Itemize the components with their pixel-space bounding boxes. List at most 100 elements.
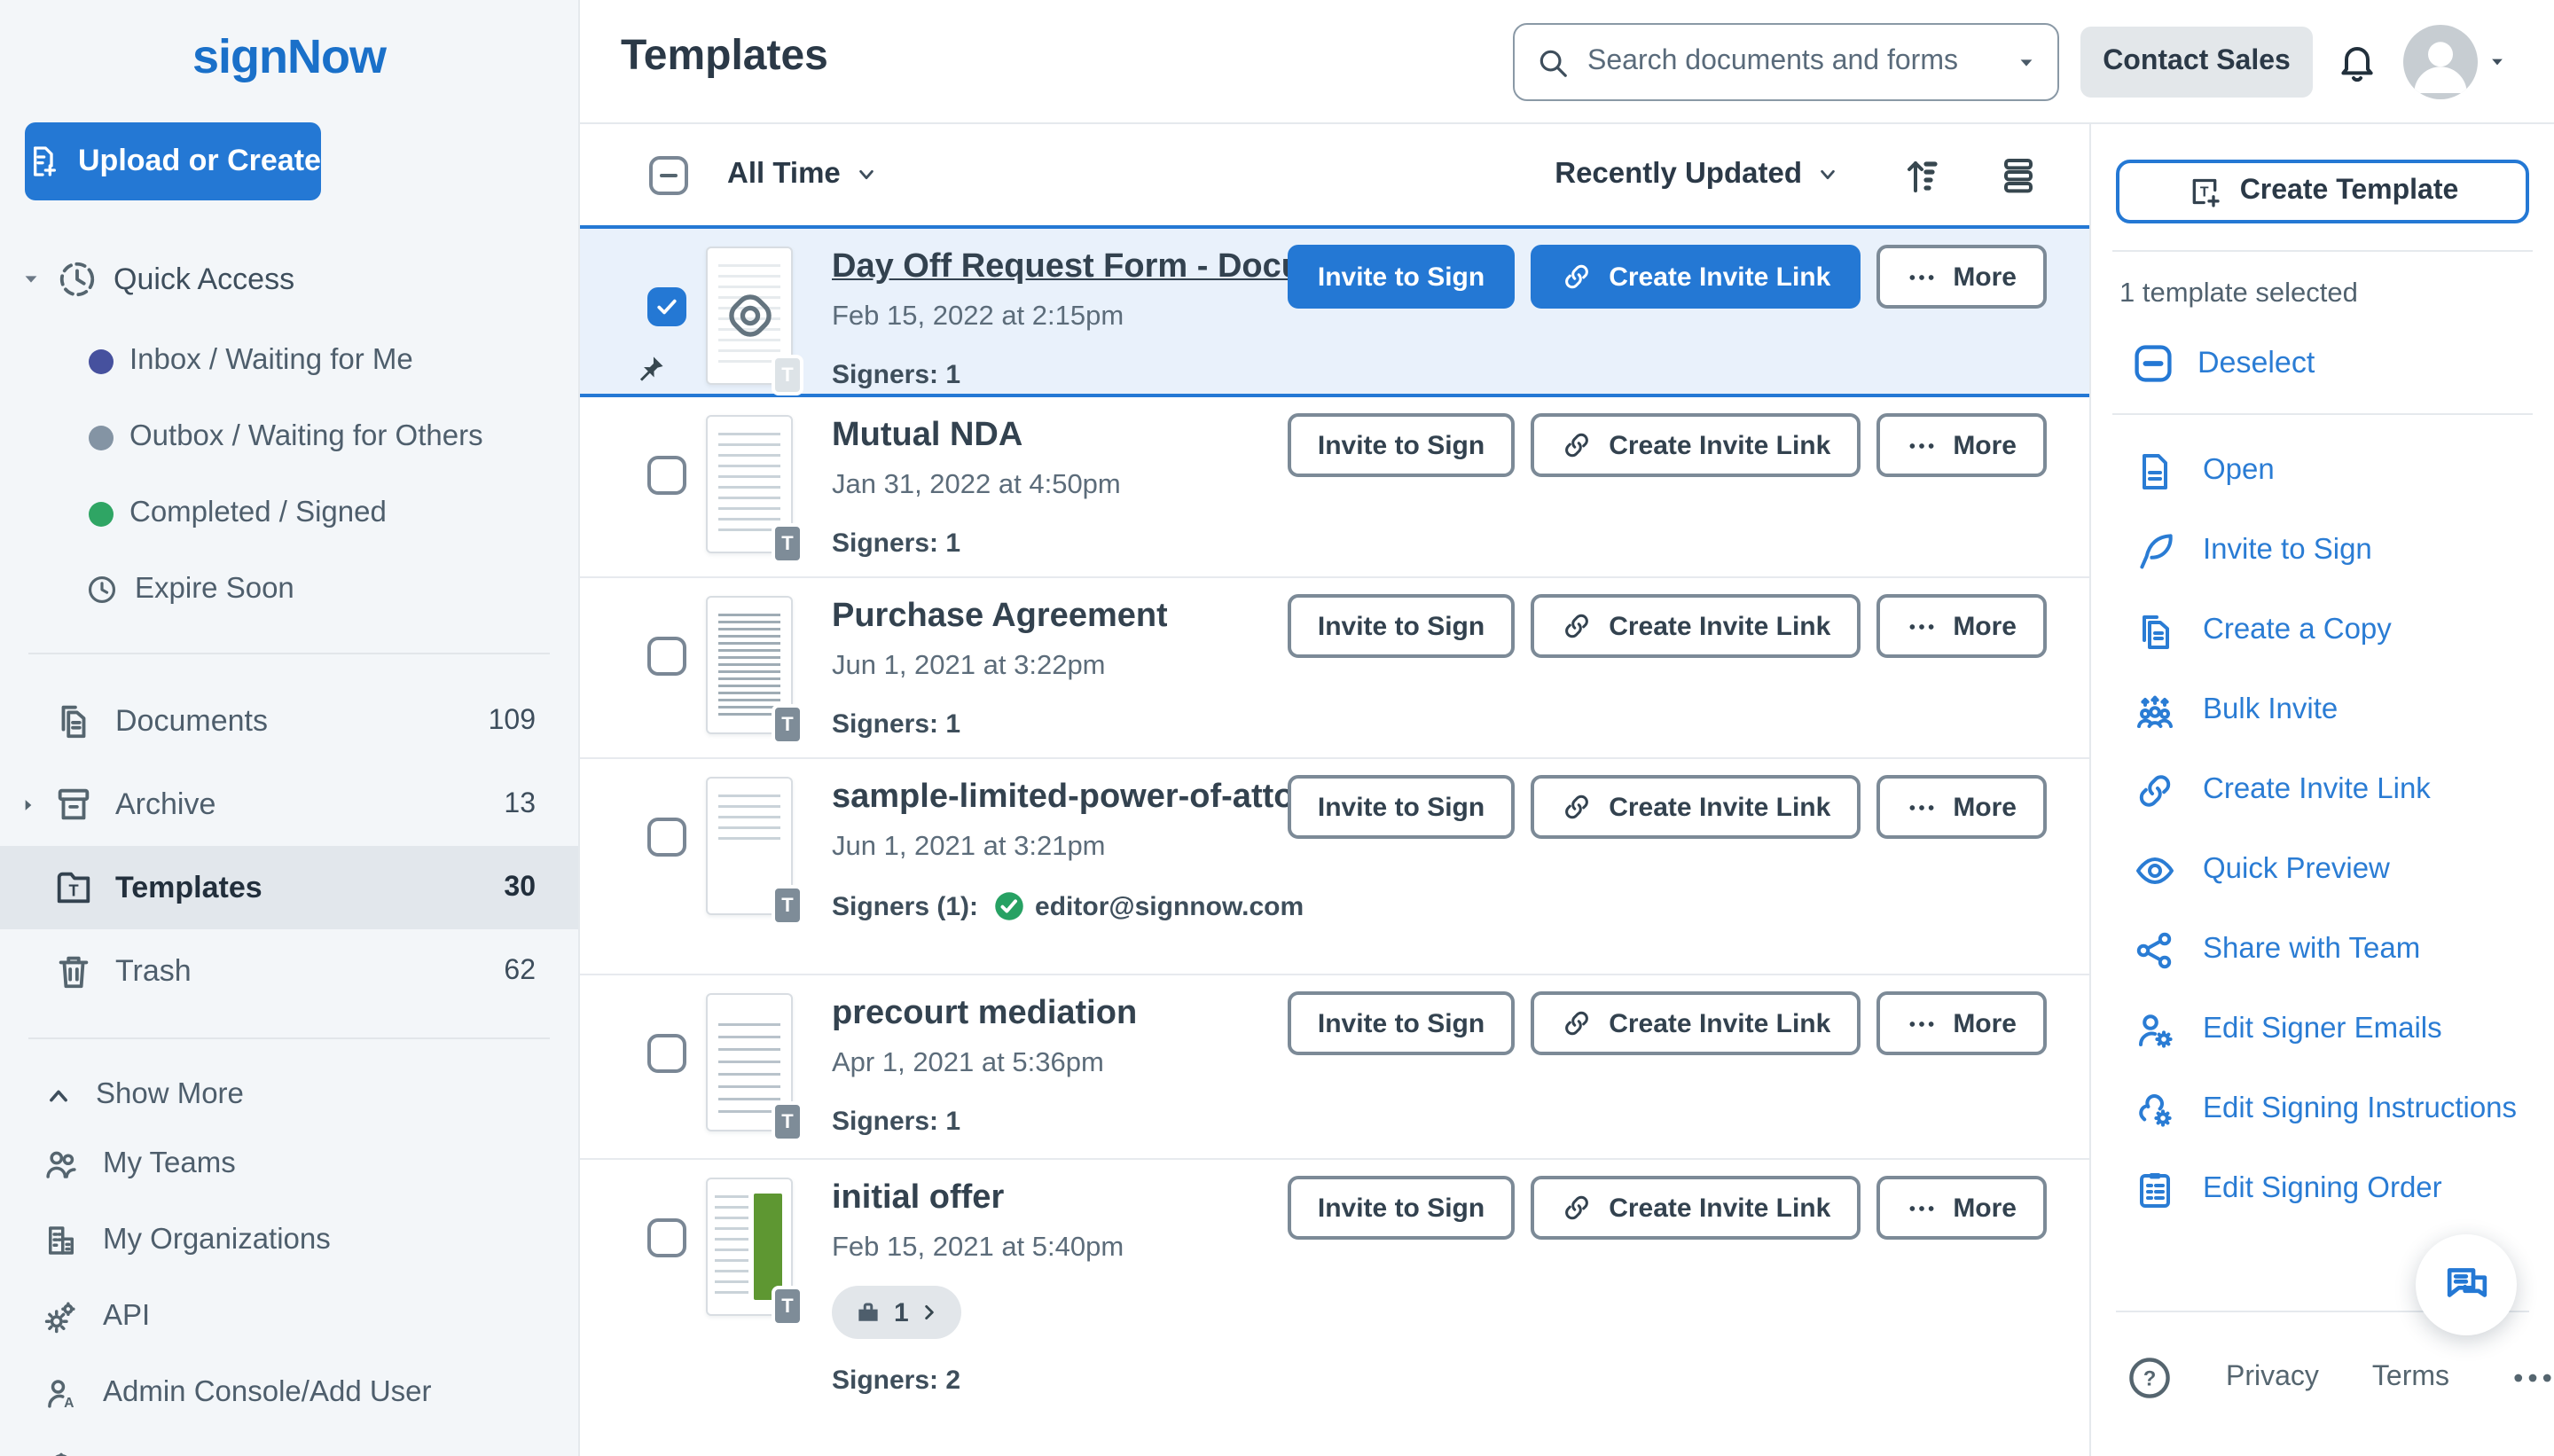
panel-action-item[interactable]: Create a Copy	[2116, 591, 2529, 670]
quick-access-item[interactable]: Inbox / Waiting for Me	[0, 323, 578, 399]
template-title-link[interactable]: Purchase Agreement	[832, 598, 1168, 637]
list-view-icon[interactable]	[1997, 153, 2040, 196]
deselect-button[interactable]: Deselect	[2130, 341, 2529, 387]
row-checkbox[interactable]	[647, 818, 686, 857]
panel-action-item[interactable]: Open	[2116, 431, 2529, 511]
more-button[interactable]: More	[1876, 413, 2047, 477]
user-avatar[interactable]	[2403, 25, 2478, 99]
row-checkbox[interactable]	[647, 637, 686, 676]
create-invite-link-button[interactable]: Create Invite Link	[1531, 991, 1861, 1055]
api-icon	[43, 1298, 80, 1335]
sidebar-more-item[interactable]: Pricing	[0, 1431, 578, 1456]
quick-access-item-label: Outbox / Waiting for Others	[129, 420, 483, 454]
more-button[interactable]: More	[1876, 1176, 2047, 1240]
panel-action-item[interactable]: Edit Signer Emails	[2116, 990, 2529, 1069]
panel-action-item[interactable]: Create Invite Link	[2116, 750, 2529, 830]
privacy-link[interactable]: Privacy	[2226, 1361, 2319, 1393]
invite-to-sign-button[interactable]: Invite to Sign	[1288, 1176, 1515, 1240]
create-invite-link-button[interactable]: Create Invite Link	[1531, 413, 1861, 477]
create-template-label: Create Template	[2240, 176, 2459, 207]
sidebar-folder-item[interactable]: T Templates 30	[0, 846, 578, 929]
row-checkbox[interactable]	[647, 1218, 686, 1257]
sort-direction-icon[interactable]	[1901, 153, 1944, 196]
caret-right-icon[interactable]	[20, 795, 37, 813]
sidebar-folder-item[interactable]: Documents 109	[0, 679, 578, 763]
folder-count: 62	[504, 955, 536, 987]
select-all-checkbox[interactable]	[649, 155, 688, 194]
sidebar-more-item[interactable]: My Teams	[0, 1126, 578, 1202]
sort-dropdown[interactable]: Recently Updated	[1555, 158, 1837, 192]
contact-sales-button[interactable]: Contact Sales	[2080, 27, 2313, 98]
quick-preview-icon	[2134, 849, 2176, 891]
more-button[interactable]: More	[1876, 775, 2047, 839]
panel-action-item[interactable]: Edit Signing Instructions	[2116, 1069, 2529, 1149]
search-scope-caret-icon[interactable]	[2017, 52, 2036, 72]
invite-to-sign-button[interactable]: Invite to Sign	[1288, 413, 1515, 477]
template-title-link[interactable]: initial offer	[832, 1179, 1004, 1218]
invite-to-sign-button[interactable]: Invite to Sign	[1288, 594, 1515, 658]
row-checkbox[interactable]	[647, 287, 686, 326]
invite-to-sign-button[interactable]: Invite to Sign	[1288, 991, 1515, 1055]
create-invite-link-button[interactable]: Create Invite Link	[1531, 1176, 1861, 1240]
avatar-person-icon	[2403, 25, 2478, 99]
panel-action-item[interactable]: Bulk Invite	[2116, 670, 2529, 750]
signer-emails-icon	[2134, 1008, 2176, 1051]
doc-plus-icon	[25, 144, 60, 179]
document-thumbnail[interactable]: T	[706, 247, 793, 385]
quick-access-item[interactable]: Expire Soon	[0, 552, 578, 628]
more-button[interactable]: More	[1876, 594, 2047, 658]
upload-or-create-button[interactable]: Upload or Create	[25, 122, 321, 200]
link-icon	[1561, 791, 1593, 823]
footer-more-options-icon[interactable]	[2510, 1354, 2554, 1400]
row-checkbox[interactable]	[647, 456, 686, 495]
panel-action-item[interactable]: Edit Signing Order	[2116, 1149, 2529, 1229]
account-menu-caret-icon[interactable]	[2488, 53, 2506, 71]
more-button[interactable]: More	[1876, 991, 2047, 1055]
quick-access-item[interactable]: Completed / Signed	[0, 475, 578, 552]
terms-link[interactable]: Terms	[2372, 1361, 2449, 1393]
quick-access-header[interactable]: Quick Access	[21, 259, 578, 300]
show-more-toggle[interactable]: Show More	[46, 1078, 578, 1112]
sidebar-folder-item[interactable]: Trash 62	[0, 929, 578, 1013]
sidebar-more-item[interactable]: My Organizations	[0, 1202, 578, 1279]
template-actions-list: Open Invite to Sign Create a Copy Bulk I…	[2116, 431, 2529, 1229]
panel-action-item[interactable]: Invite to Sign	[2116, 511, 2529, 591]
invite-to-sign-button[interactable]: Invite to Sign	[1288, 245, 1515, 309]
search-input[interactable]	[1587, 46, 1999, 78]
notifications-bell-icon[interactable]	[2336, 41, 2378, 83]
template-title-link[interactable]: Mutual NDA	[832, 417, 1022, 456]
create-invite-link-button[interactable]: Create Invite Link	[1531, 594, 1861, 658]
sidebar-more-item-label: My Organizations	[103, 1224, 331, 1257]
document-thumbnail[interactable]: T	[706, 993, 793, 1131]
document-thumbnail[interactable]: T	[706, 596, 793, 734]
panel-action-label: Share with Team	[2203, 933, 2420, 967]
row-buttons: Invite to Sign Create Invite Link More	[1288, 1176, 2047, 1240]
template-letter-badge: T	[772, 523, 803, 564]
row-checkbox[interactable]	[647, 1034, 686, 1073]
more-button[interactable]: More	[1876, 245, 2047, 309]
template-title-link[interactable]: sample-limited-power-of-attor…	[832, 779, 1341, 818]
team-badge[interactable]: 1	[832, 1286, 962, 1339]
quick-access-item[interactable]: Outbox / Waiting for Others	[0, 399, 578, 475]
sidebar-more-item[interactable]: API	[0, 1279, 578, 1355]
panel-action-item[interactable]: Quick Preview	[2116, 830, 2529, 910]
invite-to-sign-button[interactable]: Invite to Sign	[1288, 775, 1515, 839]
sidebar-more-item[interactable]: A Admin Console/Add User	[0, 1355, 578, 1431]
create-invite-link-button[interactable]: Create Invite Link	[1531, 245, 1861, 309]
live-chat-button[interactable]	[2416, 1234, 2517, 1335]
signers-line: Signers: 1	[832, 528, 960, 559]
time-filter-dropdown[interactable]: All Time	[727, 158, 876, 192]
create-invite-link-button[interactable]: Create Invite Link	[1531, 775, 1861, 839]
document-thumbnail[interactable]: T	[706, 1178, 793, 1316]
search-box	[1513, 23, 2059, 101]
help-icon[interactable]: ?	[2127, 1354, 2173, 1400]
template-title-link[interactable]: precourt mediation	[832, 995, 1137, 1034]
panel-action-item[interactable]: Share with Team	[2116, 910, 2529, 990]
document-thumbnail[interactable]: T	[706, 777, 793, 915]
signers-line: Signers: 1	[832, 709, 960, 740]
search-icon	[1536, 45, 1570, 79]
signing-instructions-icon	[2134, 1088, 2176, 1131]
create-template-button[interactable]: T Create Template	[2116, 160, 2529, 223]
sidebar-folder-item[interactable]: Archive 13	[0, 763, 578, 846]
document-thumbnail[interactable]: T	[706, 415, 793, 553]
